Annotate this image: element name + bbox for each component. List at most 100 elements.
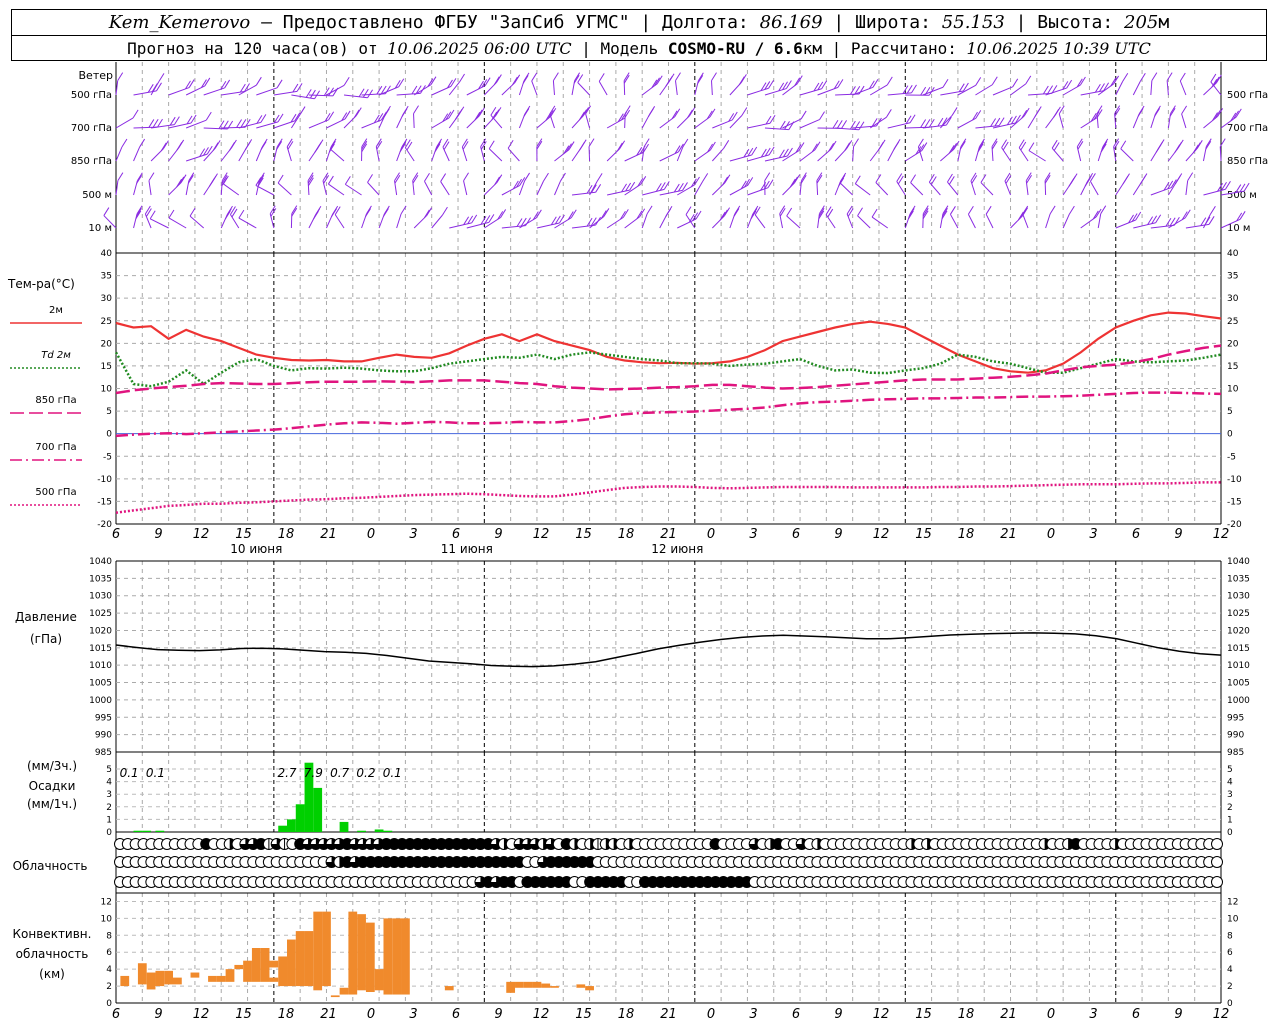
- precip-tick-left: 0: [106, 828, 112, 838]
- wind-barb-feather: [1096, 105, 1103, 114]
- wind-barb-feather: [872, 79, 879, 88]
- wind-barb-feather: [1101, 141, 1108, 150]
- conv-tick-left: 12: [101, 897, 112, 907]
- wind-barb-feather: [837, 79, 844, 88]
- wind-barb-feather: [367, 89, 374, 98]
- wind-barb-feather: [858, 85, 865, 95]
- wind-barb-feather: [1028, 142, 1035, 151]
- wind-barb: [413, 113, 415, 129]
- cloud-symbol: [1211, 876, 1223, 888]
- pressure-tick-right: 1000: [1227, 696, 1250, 706]
- wind-barb-feather: [160, 142, 167, 152]
- precip-tick-right: 2: [1227, 803, 1233, 813]
- pressure-tick-right: 990: [1227, 731, 1244, 741]
- wind-barb: [115, 146, 123, 162]
- conv-tick-left: 4: [106, 965, 112, 975]
- wind-barb: [345, 183, 362, 196]
- wind-barb: [782, 118, 802, 129]
- wind-barb: [585, 113, 591, 129]
- wind-barb-feather: [507, 140, 514, 149]
- conv-tick-right: 6: [1227, 948, 1233, 958]
- conv-x-tick-label: 0: [367, 1007, 375, 1022]
- wind-barb: [1058, 113, 1064, 129]
- wind-barb-feather: [970, 172, 977, 182]
- temp-tick-right: 5: [1227, 407, 1233, 417]
- wind-barb: [396, 213, 402, 229]
- wind-barb-feather: [523, 108, 530, 117]
- wind-barb: [939, 115, 953, 129]
- wind-barb-feather: [697, 75, 704, 84]
- temp-x-tick-label: 0: [367, 527, 375, 542]
- precip-bar: [142, 830, 152, 832]
- precip-tick-left: 2: [106, 803, 112, 813]
- wind-barb-feather: [1139, 72, 1146, 82]
- wind-barb-feather: [1068, 205, 1075, 215]
- wind-barb-feather: [117, 72, 124, 81]
- wind-barb-feather: [103, 207, 110, 216]
- convective-bar: [313, 911, 323, 991]
- wind-barb: [1080, 90, 1104, 96]
- wind-barb-feather: [136, 175, 143, 184]
- wind-barb-feather: [382, 208, 389, 217]
- wind-barb-feather: [1012, 78, 1019, 88]
- temp-x-tick-label: 3: [1089, 527, 1097, 542]
- wind-barb-feather: [832, 119, 839, 129]
- temp-tick-right: -10: [1227, 475, 1242, 485]
- temp-x-tick-label: 3: [409, 527, 417, 542]
- wind-barb: [277, 182, 292, 196]
- wind-barb-feather: [980, 174, 987, 183]
- wind-barb-feather: [144, 205, 151, 215]
- temp-tick-right: 35: [1227, 272, 1238, 282]
- wind-barb-feather: [178, 176, 185, 186]
- wind-barb-feather: [117, 172, 124, 181]
- wind-barb-feather: [442, 138, 449, 148]
- wind-barb: [949, 214, 959, 229]
- convective-bar: [392, 918, 402, 995]
- wind-barb-feather: [733, 208, 740, 217]
- wind-barb: [463, 180, 468, 196]
- precip-tick-left: 3: [106, 790, 112, 800]
- wind-barb-feather: [145, 208, 152, 217]
- wind-barb-feather: [344, 176, 351, 185]
- pressure-tick-right: 1005: [1227, 679, 1250, 689]
- wind-barb-feather: [180, 174, 187, 183]
- wind-barb-feather: [841, 120, 848, 129]
- wind-barb-feather: [401, 108, 408, 117]
- wind-barb-feather: [836, 120, 843, 129]
- pressure-tick-left: 1010: [89, 661, 112, 671]
- wind-barb-feather: [511, 76, 518, 86]
- wind-barb: [440, 181, 450, 196]
- pressure-tick-right: 1035: [1227, 574, 1250, 584]
- precip-tick-left: 5: [106, 765, 112, 775]
- convective-bar: [339, 987, 349, 995]
- wind-barb-feather: [885, 109, 892, 118]
- cloud-symbol: [1211, 856, 1223, 868]
- wind-barb-feather: [463, 172, 469, 181]
- temp-tick-left: 40: [101, 249, 113, 259]
- wind-barb-feather: [1210, 73, 1217, 83]
- temp-x-tick-label: 9: [494, 527, 502, 542]
- conv-tick-right: 8: [1227, 931, 1233, 941]
- pressure-tick-right: 1030: [1227, 592, 1250, 602]
- wind-barb-feather: [440, 173, 447, 182]
- conv-x-tick-label: 21: [320, 1007, 337, 1022]
- wind-barb-feather: [724, 174, 731, 183]
- wind-barb: [1062, 213, 1070, 229]
- meteogram-chart: Ветер 500 гПа 500 гПа 700 гПа 700 гПа 850 гПа…: [7, 62, 1268, 1022]
- wind-barb-feather: [493, 76, 500, 86]
- wind-barb-feather: [1155, 144, 1162, 153]
- wind-barb-feather: [1089, 173, 1096, 182]
- temp-x-tick-label: 6: [452, 527, 460, 542]
- precip-bar: [313, 787, 323, 832]
- wind-barb: [922, 86, 944, 96]
- temp-tick-right: 10: [1227, 385, 1239, 395]
- wind-level-label: 500 м: [82, 190, 112, 201]
- wind-barb: [238, 217, 257, 229]
- convective-bar: [330, 995, 340, 998]
- wind-barb: [328, 183, 345, 196]
- wind-barb-feather: [951, 143, 957, 152]
- wind-barb-feather: [1194, 142, 1201, 151]
- wind-barb-feather: [1053, 108, 1060, 118]
- convective-bar: [278, 956, 288, 987]
- wind-barb-feather: [1023, 107, 1030, 117]
